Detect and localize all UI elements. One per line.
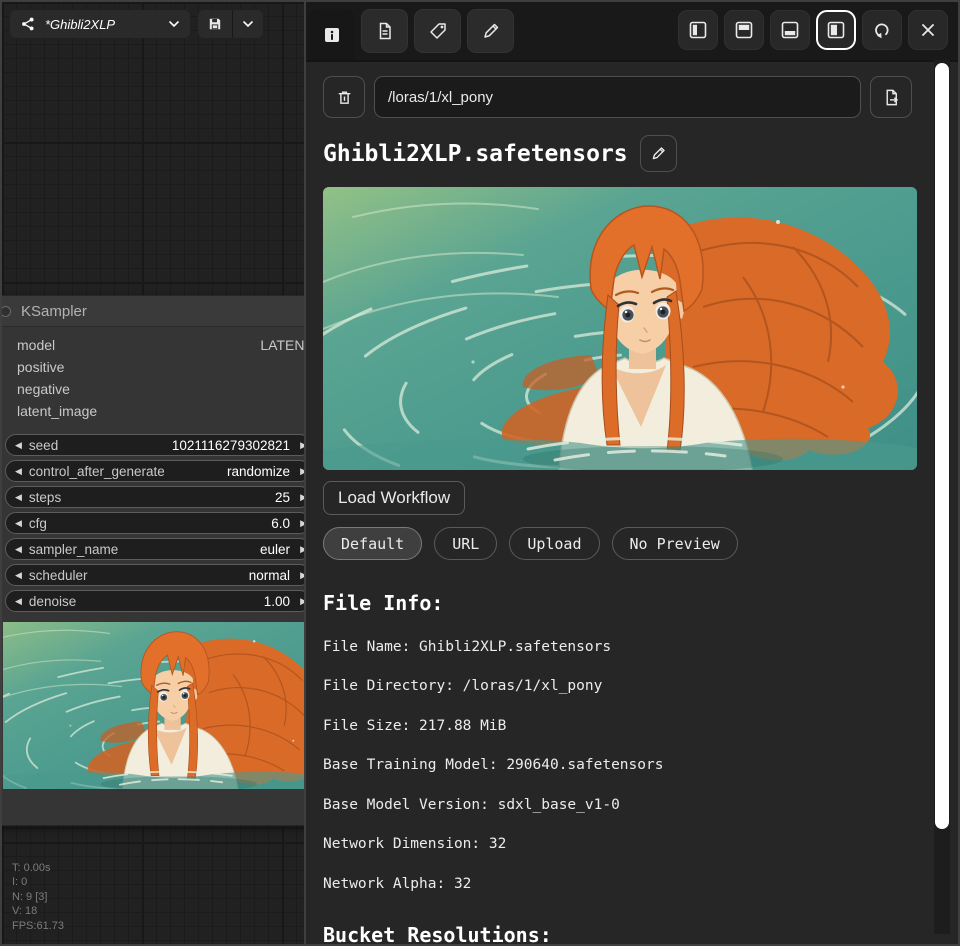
document-icon: [375, 21, 395, 41]
directory-path-input[interactable]: [374, 76, 861, 118]
stat-iterations: I: 0: [12, 875, 64, 889]
stat-time: T: 0.00s: [12, 861, 64, 875]
model-info-panel: Ghibli2XLP.safetensors Load Workflow Def…: [304, 2, 958, 944]
tab-info[interactable]: [308, 9, 355, 60]
dock-right-button[interactable]: [816, 10, 856, 50]
pencil-icon: [650, 145, 667, 162]
base-training-model-line: Base Training Model: 290640.safetensors: [323, 757, 912, 773]
widget-cfg[interactable]: ◀ cfg 6.0 ▶: [5, 512, 304, 534]
model-preview-image[interactable]: [323, 187, 917, 470]
ksampler-node[interactable]: KSampler model LATENT positive negative …: [2, 295, 304, 826]
decrement-arrow-icon[interactable]: ◀: [15, 441, 22, 450]
file-export-icon: [882, 88, 901, 107]
node-input-label: negative: [17, 381, 70, 397]
bucket-resolutions-heading: Bucket Resolutions:: [323, 923, 912, 945]
close-panel-button[interactable]: [908, 10, 948, 50]
node-io-section: model LATENT positive negative latent_im…: [2, 327, 304, 424]
tab-edit[interactable]: [467, 9, 514, 53]
move-file-button[interactable]: [870, 76, 912, 118]
path-row: [323, 76, 912, 118]
node-output-label: LATENT: [260, 337, 304, 353]
tab-document[interactable]: [361, 9, 408, 53]
delete-button[interactable]: [323, 76, 365, 118]
decrement-arrow-icon[interactable]: ◀: [15, 597, 22, 606]
decrement-arrow-icon[interactable]: ◀: [15, 519, 22, 528]
workflow-name: *Ghibli2XLP: [45, 17, 159, 32]
dock-top-button[interactable]: [724, 10, 764, 50]
workflow-selector[interactable]: *Ghibli2XLP: [10, 10, 190, 38]
swap-arrow-icon: [872, 20, 892, 40]
dock-left-icon: [688, 20, 708, 40]
scrollbar-thumb[interactable]: [935, 63, 949, 829]
file-info-heading: File Info:: [323, 591, 912, 615]
chevron-down-icon: [242, 18, 254, 30]
dock-bottom-icon: [780, 20, 800, 40]
widget-steps[interactable]: ◀ steps 25 ▶: [5, 486, 304, 508]
preview-url-button[interactable]: URL: [434, 527, 497, 560]
model-title: Ghibli2XLP.safetensors: [323, 141, 628, 167]
decrement-arrow-icon[interactable]: ◀: [15, 571, 22, 580]
stat-nodes: N: 9 [3]: [12, 890, 64, 904]
decrement-arrow-icon[interactable]: ◀: [15, 545, 22, 554]
network-alpha-line: Network Alpha: 32: [323, 876, 912, 892]
decrement-arrow-icon[interactable]: ◀: [15, 467, 22, 476]
pencil-icon: [481, 21, 501, 41]
dock-left-button[interactable]: [678, 10, 718, 50]
share-icon: [20, 16, 36, 32]
save-options-button[interactable]: [232, 10, 263, 38]
node-widgets: ◀ seed 1021116279302821 ▶ ◀ control_afte…: [2, 424, 304, 612]
save-icon: [207, 16, 223, 32]
node-preview-image: [3, 622, 304, 789]
widget-scheduler[interactable]: ◀ scheduler normal ▶: [5, 564, 304, 586]
network-dimension-line: Network Dimension: 32: [323, 836, 912, 852]
node-collapse-dot[interactable]: [2, 306, 11, 317]
stat-version: V: 18: [12, 904, 64, 918]
file-name-line: File Name: Ghibli2XLP.safetensors: [323, 639, 912, 655]
node-title-bar[interactable]: KSampler: [2, 296, 304, 327]
node-input-label: positive: [17, 359, 64, 375]
panel-tab-bar: [306, 2, 958, 60]
base-model-version-line: Base Model Version: sdxl_base_v1-0: [323, 797, 912, 813]
info-icon: [322, 25, 342, 45]
trash-icon: [335, 88, 354, 107]
workflow-toolbar: *Ghibli2XLP: [10, 10, 263, 38]
file-size-line: File Size: 217.88 MiB: [323, 718, 912, 734]
save-button[interactable]: [198, 10, 232, 38]
preview-default-button[interactable]: Default: [323, 527, 422, 560]
save-button-group: [198, 10, 263, 38]
close-icon: [919, 21, 937, 39]
tab-tags[interactable]: [414, 9, 461, 53]
stat-fps: FPS:61.73: [12, 919, 64, 933]
preview-source-buttons: Default URL Upload No Preview: [323, 527, 912, 560]
title-row: Ghibli2XLP.safetensors: [323, 135, 912, 172]
widget-control-after-generate[interactable]: ◀ control_after_generate randomize ▶: [5, 460, 304, 482]
decrement-arrow-icon[interactable]: ◀: [15, 493, 22, 502]
graph-canvas[interactable]: *Ghibli2XLP KSampl: [2, 2, 304, 944]
node-input-label: latent_image: [17, 403, 97, 419]
chevron-down-icon: [168, 18, 180, 30]
widget-seed[interactable]: ◀ seed 1021116279302821 ▶: [5, 434, 304, 456]
rename-button[interactable]: [640, 135, 677, 172]
canvas-stats: T: 0.00s I: 0 N: 9 [3] V: 18 FPS:61.73: [12, 861, 64, 933]
swap-side-button[interactable]: [862, 10, 902, 50]
node-title: KSampler: [21, 303, 87, 320]
preview-upload-button[interactable]: Upload: [509, 527, 599, 560]
panel-window-buttons: [678, 10, 948, 50]
panel-scrollbar[interactable]: [934, 60, 950, 934]
preview-none-button[interactable]: No Preview: [612, 527, 738, 560]
dock-bottom-button[interactable]: [770, 10, 810, 50]
node-input-label: model: [17, 337, 55, 353]
dock-right-icon: [826, 20, 846, 40]
widget-denoise[interactable]: ◀ denoise 1.00 ▶: [5, 590, 304, 612]
panel-content: Ghibli2XLP.safetensors Load Workflow Def…: [306, 60, 958, 944]
load-workflow-button[interactable]: Load Workflow: [323, 481, 465, 515]
tag-icon: [428, 21, 448, 41]
dock-top-icon: [734, 20, 754, 40]
file-directory-line: File Directory: /loras/1/xl_pony: [323, 678, 912, 694]
widget-sampler-name[interactable]: ◀ sampler_name euler ▶: [5, 538, 304, 560]
